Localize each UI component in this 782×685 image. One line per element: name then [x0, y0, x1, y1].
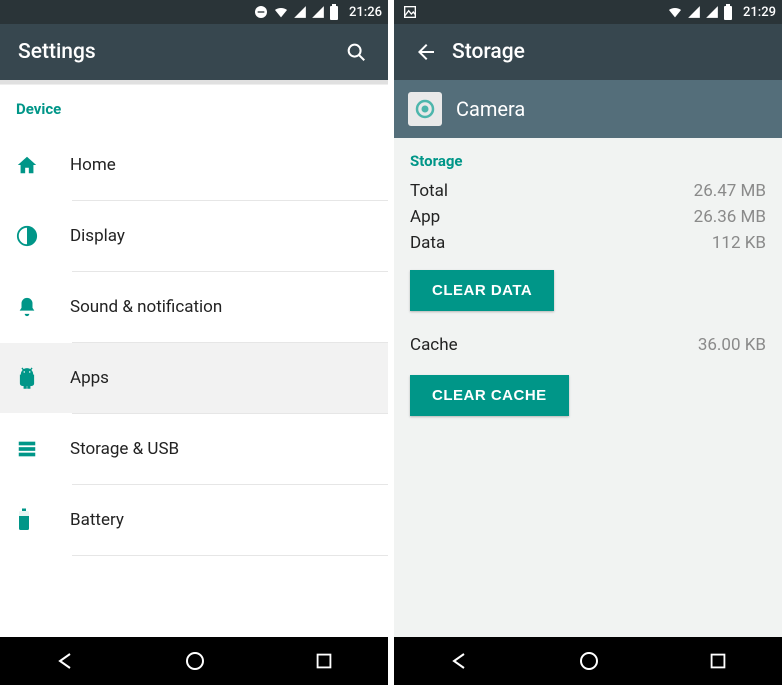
clear-cache-button[interactable]: CLEAR CACHE — [410, 375, 569, 416]
back-button[interactable] — [406, 32, 446, 72]
page-title: Storage — [452, 40, 770, 64]
phone-right: 21:29 Storage Camera Storage Total 26.47… — [394, 0, 782, 685]
dnd-icon — [253, 4, 269, 20]
list-item-apps[interactable]: Apps — [0, 343, 388, 413]
row-app: App 26.36 MB — [410, 204, 766, 230]
row-label: Data — [410, 233, 445, 253]
row-value: 36.00 KB — [698, 335, 766, 355]
search-button[interactable] — [336, 32, 376, 72]
nav-bar — [0, 637, 388, 685]
arrow-back-icon — [414, 40, 438, 64]
nav-bar — [394, 637, 782, 685]
list-item-display[interactable]: Display — [0, 201, 388, 271]
row-label: Total — [410, 181, 448, 201]
home-icon — [16, 154, 56, 176]
battery-icon — [723, 4, 733, 20]
list-item-label: Home — [70, 155, 116, 175]
list-item-label: Sound & notification — [70, 297, 222, 317]
status-bar: 21:29 — [394, 0, 782, 24]
camera-app-icon — [408, 92, 442, 126]
list-item-label: Apps — [70, 368, 109, 388]
row-value: 26.36 MB — [694, 207, 766, 227]
nav-recent-button[interactable] — [707, 650, 729, 672]
bell-icon — [16, 296, 56, 318]
battery-icon — [16, 508, 56, 532]
row-cache: Cache 36.00 KB — [410, 329, 766, 361]
list-item-label: Battery — [70, 510, 124, 530]
row-total: Total 26.47 MB — [410, 178, 766, 204]
list-item-sound[interactable]: Sound & notification — [0, 272, 388, 342]
list-item-home[interactable]: Home — [0, 130, 388, 200]
status-time: 21:29 — [743, 5, 776, 20]
section-header-storage: Storage — [410, 138, 766, 178]
screenshot-icon — [402, 4, 418, 20]
app-header-camera: Camera — [394, 80, 782, 138]
list-item-storage[interactable]: Storage & USB — [0, 414, 388, 484]
list-item-label: Display — [70, 226, 125, 246]
display-icon — [16, 225, 56, 247]
signal-icon-2 — [705, 5, 719, 19]
wifi-icon — [667, 4, 683, 20]
clear-data-button[interactable]: CLEAR DATA — [410, 270, 554, 311]
search-icon — [345, 41, 367, 63]
android-icon — [16, 367, 56, 389]
row-data: Data 112 KB — [410, 230, 766, 256]
list-item-battery[interactable]: Battery — [0, 485, 388, 555]
signal-icon-1 — [687, 5, 701, 19]
row-value: 112 KB — [712, 233, 766, 253]
nav-home-button[interactable] — [577, 649, 601, 673]
nav-recent-button[interactable] — [313, 650, 335, 672]
signal-icon-1 — [293, 5, 307, 19]
storage-icon — [16, 438, 56, 460]
row-label: App — [410, 207, 440, 227]
list-item-label: Storage & USB — [70, 439, 179, 459]
settings-list: Home Display Sound & notification Apps — [0, 130, 388, 637]
storage-content: Storage Total 26.47 MB App 26.36 MB Data… — [394, 138, 782, 637]
row-label: Cache — [410, 335, 458, 355]
wifi-icon — [273, 4, 289, 20]
page-title: Settings — [18, 40, 336, 64]
phone-left: 21:26 Settings Device Home Display — [0, 0, 388, 685]
app-bar: Settings — [0, 24, 388, 80]
app-bar: Storage — [394, 24, 782, 80]
section-header-device: Device — [0, 86, 388, 130]
divider — [72, 555, 388, 556]
battery-icon — [329, 4, 339, 20]
signal-icon-2 — [311, 5, 325, 19]
status-bar: 21:26 — [0, 0, 388, 24]
nav-back-button[interactable] — [53, 649, 77, 673]
nav-back-button[interactable] — [447, 649, 471, 673]
app-name: Camera — [456, 97, 525, 121]
row-value: 26.47 MB — [694, 181, 766, 201]
nav-home-button[interactable] — [183, 649, 207, 673]
status-time: 21:26 — [349, 5, 382, 20]
